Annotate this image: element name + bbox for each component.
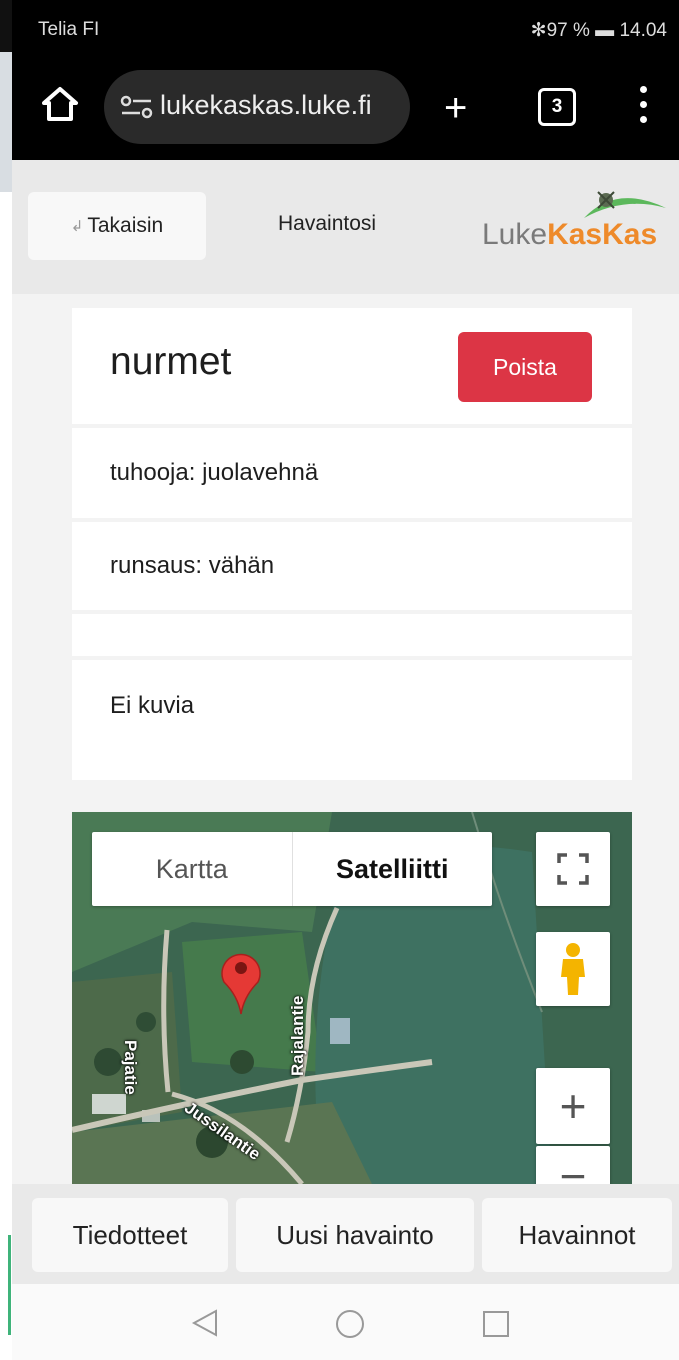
pest-card: tuhooja: juolavehnä <box>72 428 632 518</box>
status-indicators: ✻97 % ▬ 14.04 <box>530 20 667 41</box>
browser-toolbar: lukekaskas.luke.fi + 3 <box>12 62 679 160</box>
phone-screen: Telia FI ✻97 % ▬ 14.04 lukekaskas.luke.f… <box>12 0 679 1360</box>
road-label-pajatie: Pajatie <box>121 1040 140 1095</box>
images-card: Ei kuvia <box>72 660 632 780</box>
observation-title-card: nurmet Poista <box>72 308 632 424</box>
browser-menu-icon[interactable] <box>638 86 648 130</box>
address-bar[interactable]: lukekaskas.luke.fi <box>104 70 410 144</box>
logo-text-luke: Luke <box>482 218 548 251</box>
street-view-button[interactable] <box>536 932 610 1006</box>
carrier-label: Telia FI <box>38 19 100 40</box>
minus-icon: − <box>559 1150 587 1184</box>
fullscreen-button[interactable] <box>536 832 610 906</box>
pest-text: tuhooja: juolavehnä <box>110 459 319 486</box>
fullscreen-icon <box>557 853 589 885</box>
road-label-rajalantie: Rajalantie <box>288 995 307 1076</box>
url-text: lukekaskas.luke.fi <box>160 90 372 120</box>
lukekaskas-logo[interactable]: LukeKasKas <box>480 182 670 274</box>
plus-icon: + <box>559 1080 587 1132</box>
site-settings-icon[interactable] <box>118 92 156 122</box>
nav-bulletins-button[interactable]: Tiedotteet <box>32 1198 228 1272</box>
back-arrow-icon: ↲ <box>70 218 84 235</box>
pegman-icon <box>561 943 585 995</box>
empty-card <box>72 614 632 656</box>
map-type-satellite-button[interactable]: Satelliitti <box>291 832 493 906</box>
app-header: ↲ Takaisin Havaintosi LukeKasKas <box>12 160 679 294</box>
home-icon[interactable] <box>40 84 80 124</box>
tab-switcher-button[interactable]: 3 <box>538 88 576 126</box>
delete-button[interactable]: Poista <box>458 332 592 402</box>
system-back-icon[interactable] <box>190 1308 220 1338</box>
bottom-navigation: Tiedotteet Uusi havainto Havainnot <box>12 1184 679 1284</box>
zoom-in-button[interactable]: + <box>536 1068 610 1144</box>
back-label: Takaisin <box>87 214 164 237</box>
left-edge-strip <box>0 0 12 1360</box>
nav-observations-button[interactable]: Havainnot <box>482 1198 672 1272</box>
abundance-text: runsaus: vähän <box>110 552 275 579</box>
system-navigation-bar <box>12 1284 679 1360</box>
system-home-icon[interactable] <box>334 1308 366 1340</box>
map-view[interactable]: Pajatie Rajalantie Jussilantie Kartta Sa… <box>72 812 632 1184</box>
logo-text-kaskas: KasKas <box>547 218 658 251</box>
zoom-out-button[interactable]: − <box>536 1146 610 1184</box>
leaf-bug-icon <box>584 191 666 218</box>
back-button[interactable]: ↲ Takaisin <box>28 192 206 260</box>
status-bar: Telia FI ✻97 % ▬ 14.04 <box>12 0 679 62</box>
nav-new-observation-button[interactable]: Uusi havainto <box>236 1198 474 1272</box>
observation-title: nurmet <box>110 340 232 383</box>
abundance-card: runsaus: vähän <box>72 522 632 610</box>
map-type-map-button[interactable]: Kartta <box>92 832 292 906</box>
map-type-control: Kartta Satelliitti <box>92 832 492 906</box>
nav-my-observations[interactable]: Havaintosi <box>278 212 376 236</box>
location-pin-icon[interactable] <box>216 946 266 1016</box>
new-tab-icon[interactable]: + <box>444 88 467 128</box>
system-recents-icon[interactable] <box>482 1310 510 1338</box>
no-images-text: Ei kuvia <box>110 692 195 719</box>
